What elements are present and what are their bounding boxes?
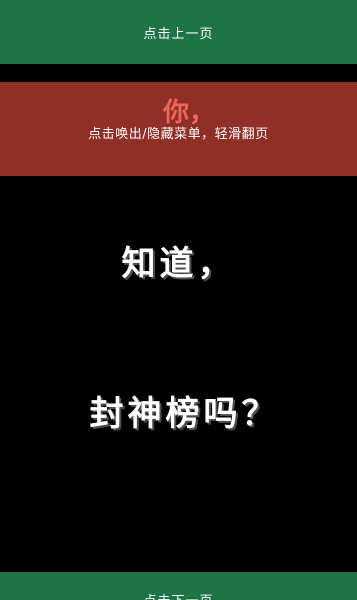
reader-screen[interactable]: 点击上一页 点击唤出/隐藏菜单，轻滑翻页 你， 知道， 封神榜吗？ 点击下一页 <box>0 0 357 600</box>
comic-text-line-2: 封神榜吗？ <box>89 394 280 434</box>
peek-text: 你， <box>163 98 216 128</box>
next-page-button[interactable]: 点击下一页 <box>0 572 357 600</box>
prev-page-button[interactable]: 点击上一页 <box>0 0 357 64</box>
prev-page-label: 点击上一页 <box>143 26 214 42</box>
next-page-label: 点击下一页 <box>0 590 357 600</box>
comic-text-line-1: 知道， <box>121 244 236 284</box>
